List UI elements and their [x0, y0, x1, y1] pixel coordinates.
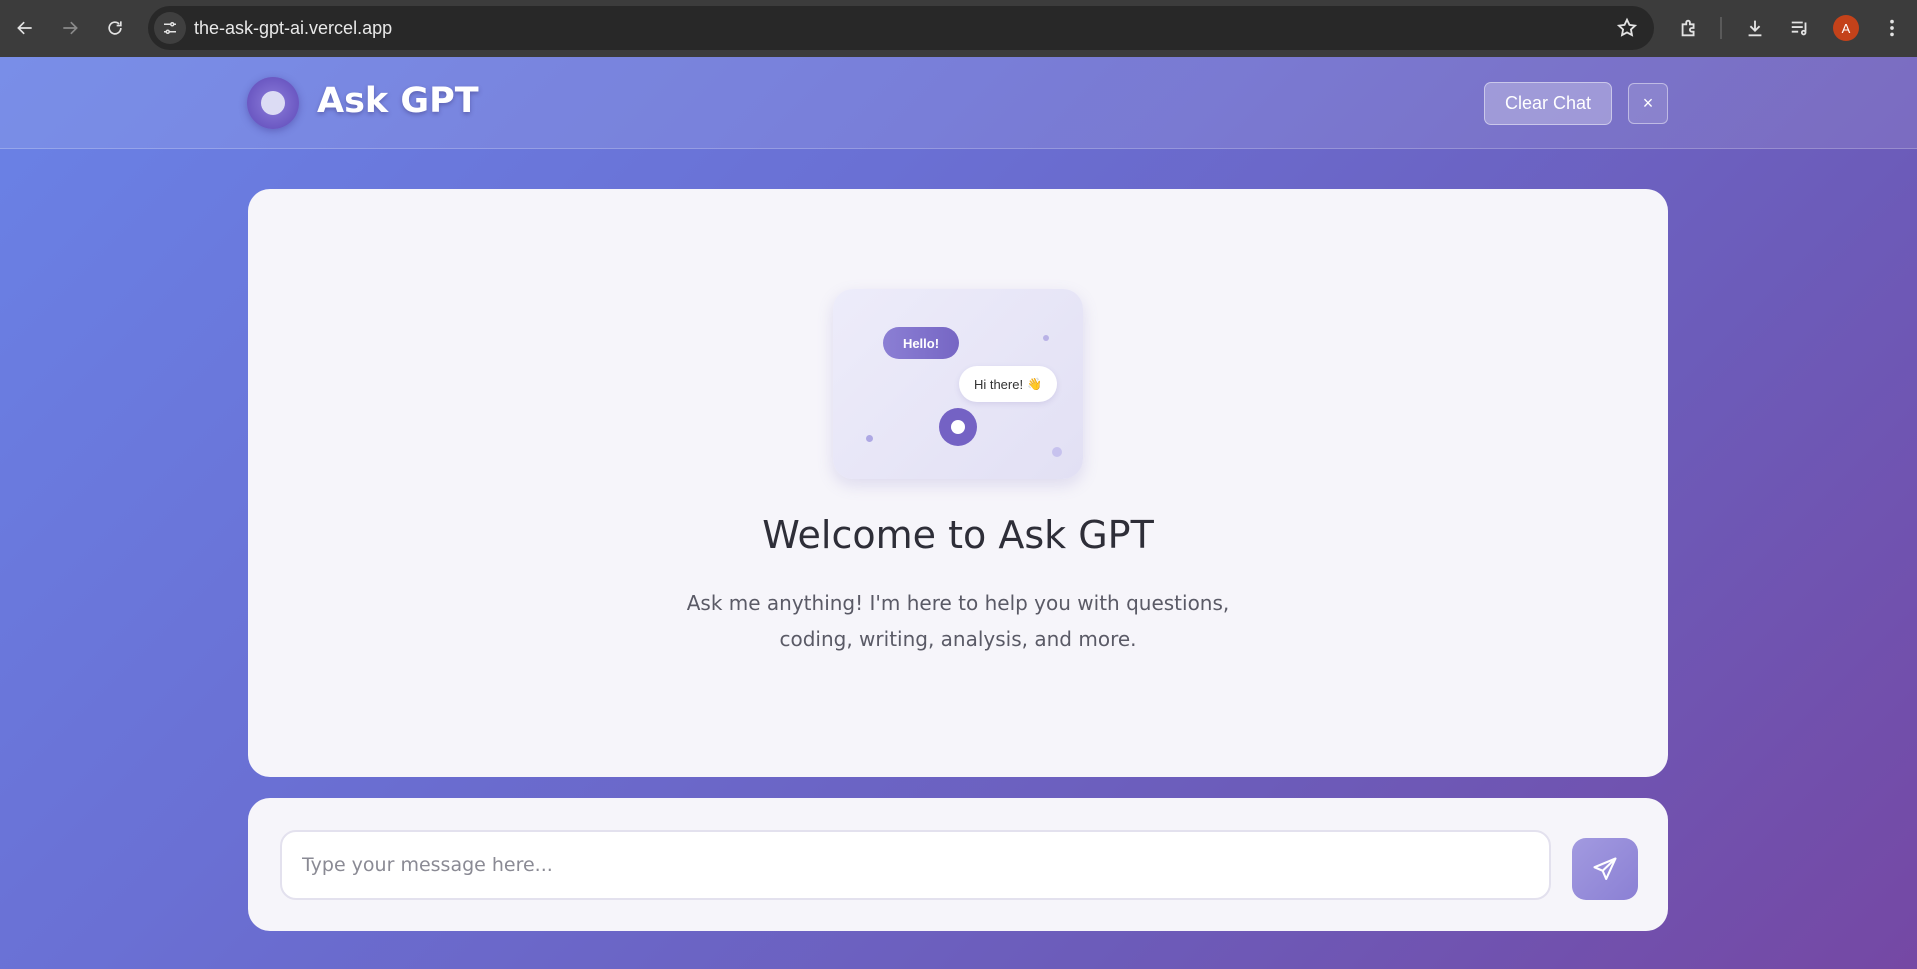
clear-chat-button[interactable]: Clear Chat	[1484, 82, 1612, 125]
app-page: Ask GPT Clear Chat × Hello! Hi there! 👋 …	[0, 57, 1917, 969]
welcome-title: Welcome to Ask GPT	[762, 513, 1154, 557]
chat-illustration: Hello! Hi there! 👋	[833, 289, 1083, 479]
sparkle-dot	[1043, 335, 1049, 341]
illustration-bubble-hello: Hello!	[883, 327, 959, 359]
address-bar[interactable]: the-ask-gpt-ai.vercel.app	[148, 6, 1654, 50]
bookmark-star-icon[interactable]	[1616, 17, 1638, 39]
app-title: Ask GPT	[317, 81, 479, 121]
welcome-card: Hello! Hi there! 👋 Welcome to Ask GPT As…	[248, 189, 1668, 777]
reload-icon[interactable]	[100, 13, 130, 43]
extensions-icon[interactable]	[1676, 15, 1702, 41]
forward-icon[interactable]	[55, 13, 85, 43]
composer	[248, 798, 1668, 931]
sparkle-dot	[866, 435, 873, 442]
menu-icon[interactable]	[1879, 15, 1905, 41]
app-header: Ask GPT Clear Chat ×	[0, 57, 1917, 149]
send-button[interactable]	[1572, 838, 1638, 900]
bot-avatar-icon	[939, 408, 977, 446]
media-queue-icon[interactable]	[1787, 15, 1813, 41]
send-icon	[1593, 857, 1617, 880]
illustration-bubble-reply: Hi there! 👋	[959, 366, 1057, 402]
logo-icon	[247, 77, 299, 129]
wave-hand-icon: 👋	[1027, 377, 1043, 391]
bot-avatar-dot	[951, 420, 965, 434]
logo-dot	[261, 91, 285, 115]
close-button[interactable]: ×	[1628, 83, 1668, 124]
message-input[interactable]	[280, 830, 1551, 900]
sparkle-dot	[1052, 447, 1062, 457]
toolbar-divider	[1720, 17, 1722, 39]
url-text[interactable]: the-ask-gpt-ai.vercel.app	[194, 18, 392, 39]
download-icon[interactable]	[1742, 15, 1768, 41]
profile-avatar[interactable]: A	[1833, 15, 1859, 41]
browser-toolbar: the-ask-gpt-ai.vercel.app A	[0, 0, 1917, 57]
back-icon[interactable]	[10, 13, 40, 43]
welcome-subtitle: Ask me anything! I'm here to help you wi…	[686, 591, 1230, 651]
site-info-icon[interactable]	[154, 12, 186, 44]
illustration-reply-text: Hi there!	[973, 376, 1024, 392]
